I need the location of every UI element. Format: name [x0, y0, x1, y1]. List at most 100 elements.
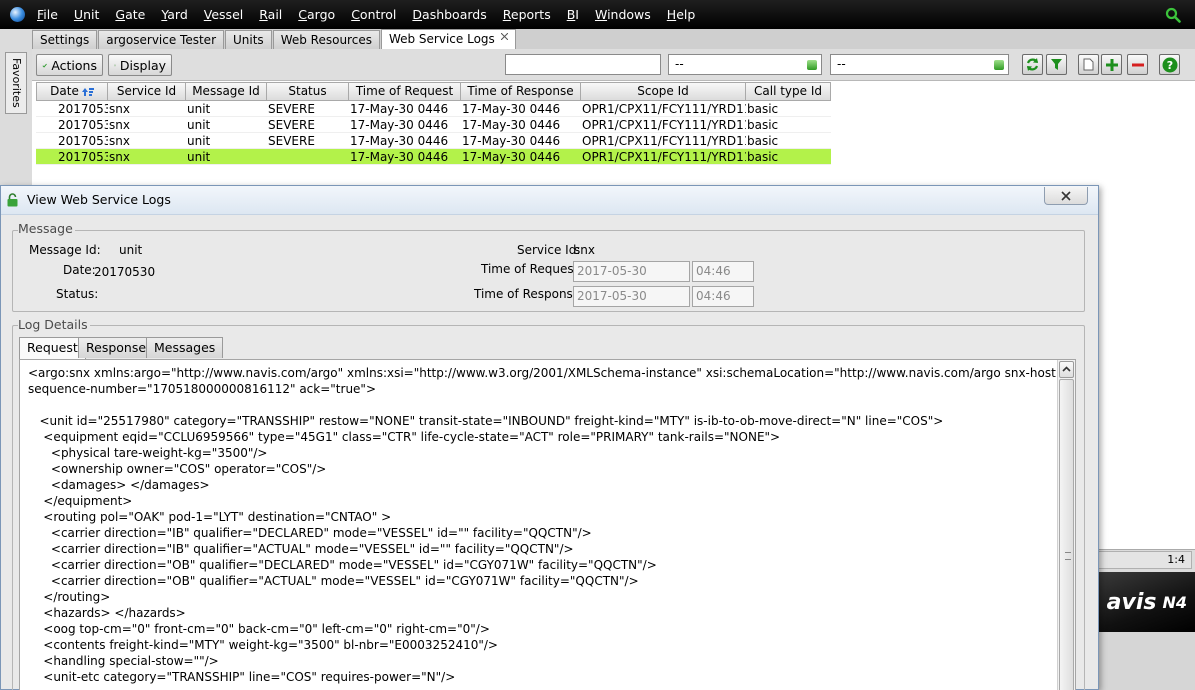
message-group-label: Message [18, 221, 75, 236]
tab-response[interactable]: Response [78, 337, 155, 358]
dropdown-icon[interactable] [807, 60, 817, 70]
request-xml-text[interactable]: <argo:snx xmlns:argo="http://www.navis.c… [19, 359, 1076, 690]
tab-web-resources[interactable]: Web Resources [272, 30, 380, 49]
cell-service-id: snx [109, 102, 130, 116]
scroll-thumb[interactable] [1059, 379, 1074, 690]
col-scope-id[interactable]: Scope Id [581, 82, 746, 101]
filter-combo-2[interactable]: -- [830, 54, 1009, 75]
menu-dashboards[interactable]: Dashboards [412, 7, 486, 22]
table-row-selected[interactable]: 20170530 snx unit 17-May-30 0446 17-May-… [36, 149, 831, 165]
cell-time-of-response: 17-May-30 0446 [462, 118, 561, 132]
menu-gate[interactable]: Gate [115, 7, 145, 22]
logo-text: avis [1106, 589, 1157, 615]
vertical-scrollbar[interactable] [1057, 360, 1075, 690]
tab-label: Web Service Logs [388, 32, 495, 46]
view-web-service-logs-dialog: View Web Service Logs Message Message Id… [0, 185, 1099, 690]
menu-rail[interactable]: Rail [259, 7, 282, 22]
cell-time-of-response: 17-May-30 0446 [462, 102, 561, 116]
dialog-title: View Web Service Logs [27, 192, 171, 207]
menu-yard[interactable]: Yard [161, 7, 187, 22]
time-of-response-label: Time of Response: [474, 287, 585, 301]
col-service-id[interactable]: Service Id [108, 82, 186, 101]
tab-messages[interactable]: Messages [146, 337, 224, 358]
tabbar: Settings argoservice Tester Units Web Re… [32, 29, 1195, 49]
menu-control[interactable]: Control [351, 7, 396, 22]
toolbar: Actions Display -- -- ? [32, 49, 1195, 81]
menu-cargo[interactable]: Cargo [298, 7, 335, 22]
new-document-button[interactable] [1078, 54, 1099, 75]
col-date[interactable]: Date [36, 82, 108, 101]
filter-button[interactable] [1046, 54, 1067, 75]
menu-bi[interactable]: BI [567, 7, 579, 22]
minus-icon [1131, 63, 1144, 66]
cell-scope-id: OPR1/CPX11/FCY111/YRD1111 [582, 150, 746, 164]
cell-time-of-response: 17-May-30 0446 [462, 134, 561, 148]
dialog-close-button[interactable] [1044, 187, 1088, 205]
refresh-button[interactable] [1022, 54, 1043, 75]
tab-label: Response [86, 340, 147, 355]
tab-close-icon[interactable] [500, 33, 508, 40]
time-of-request-date-field[interactable]: 2017-05-30 [573, 261, 690, 282]
table-row[interactable]: 20170530 snx unit SEVERE 17-May-30 0446 … [36, 101, 831, 117]
menu-vessel[interactable]: Vessel [204, 7, 243, 22]
col-message-id[interactable]: Message Id [186, 82, 267, 101]
actions-label: Actions [51, 57, 97, 73]
close-icon [1061, 190, 1071, 201]
remove-button[interactable] [1127, 54, 1148, 75]
message-id-value: unit [119, 243, 143, 257]
menu-file[interactable]: File [37, 7, 58, 22]
cell-call-type-id: basic [747, 118, 779, 132]
plus-icon [1105, 58, 1118, 71]
cell-scope-id: OPR1/CPX11/FCY111/YRD1111 [582, 118, 746, 132]
col-call-type-id[interactable]: Call type Id [746, 82, 831, 101]
col-time-of-response[interactable]: Time of Response [461, 82, 581, 101]
xml-line: <unit-etc category="TRANSSHIP" line="COS… [28, 670, 456, 684]
menu-unit[interactable]: Unit [74, 7, 99, 22]
time-of-response-date-field[interactable]: 2017-05-30 [573, 286, 690, 307]
col-label: Status [288, 84, 327, 98]
col-label: Time of Request [355, 84, 454, 98]
time-of-request-time-field[interactable]: 04:46 [692, 261, 754, 282]
dropdown-icon[interactable] [994, 60, 1004, 70]
menu-help[interactable]: Help [667, 7, 696, 22]
sort-ascending-icon[interactable] [81, 87, 94, 97]
xml-line: <physical tare-weight-kg="3500"/> [28, 446, 268, 460]
tab-argoservice-tester[interactable]: argoservice Tester [98, 30, 224, 49]
menu-windows[interactable]: Windows [595, 7, 651, 22]
help-button[interactable]: ? [1159, 54, 1180, 75]
display-label: Display [119, 57, 166, 73]
svg-text:?: ? [1166, 59, 1172, 72]
table-row[interactable]: 20170530 snx unit SEVERE 17-May-30 0446 … [36, 133, 831, 149]
cell-scope-id: OPR1/CPX11/FCY111/YRD1111 [582, 102, 746, 116]
xml-line: <carrier direction="OB" qualifier="DECLA… [28, 558, 657, 572]
help-icon: ? [1162, 57, 1177, 72]
scroll-up-button[interactable] [1059, 361, 1074, 378]
display-button[interactable]: Display [108, 54, 172, 76]
dialog-title-bar[interactable]: View Web Service Logs [1, 186, 1098, 215]
cell-status [267, 149, 349, 164]
tab-label: Web Resources [280, 33, 372, 47]
actions-button[interactable]: Actions [36, 54, 103, 76]
tab-units[interactable]: Units [225, 30, 272, 49]
grid-header: Date Service Id Message Id Status Time o… [36, 82, 831, 101]
xml-line: <routing pol="OAK" pod-1="LYT" destinati… [28, 510, 392, 524]
favorites-tab[interactable]: Favorites [5, 52, 27, 114]
tab-label: argoservice Tester [106, 33, 216, 47]
xml-line: <ownership owner="COS" operator="COS"/> [28, 462, 327, 476]
menu-reports[interactable]: Reports [503, 7, 551, 22]
tab-request[interactable]: Request [19, 337, 86, 359]
tab-settings[interactable]: Settings [32, 30, 98, 49]
logo-suffix: N4 [1162, 592, 1187, 612]
col-time-of-request[interactable]: Time of Request [349, 82, 461, 101]
search-icon[interactable] [1165, 7, 1181, 23]
tab-web-service-logs[interactable]: Web Service Logs [380, 29, 516, 49]
col-status[interactable]: Status [267, 82, 349, 101]
add-button[interactable] [1101, 54, 1122, 75]
time-of-response-time-field[interactable]: 04:46 [692, 286, 754, 307]
filter-combo-1[interactable]: -- [668, 54, 822, 75]
table-row[interactable]: 20170530 snx unit SEVERE 17-May-30 0446 … [36, 117, 831, 133]
app-globe-icon[interactable] [10, 7, 25, 22]
cell-message-id: unit [187, 102, 211, 116]
filter-input[interactable] [505, 54, 661, 75]
scroll-grip-icon [1065, 552, 1071, 560]
